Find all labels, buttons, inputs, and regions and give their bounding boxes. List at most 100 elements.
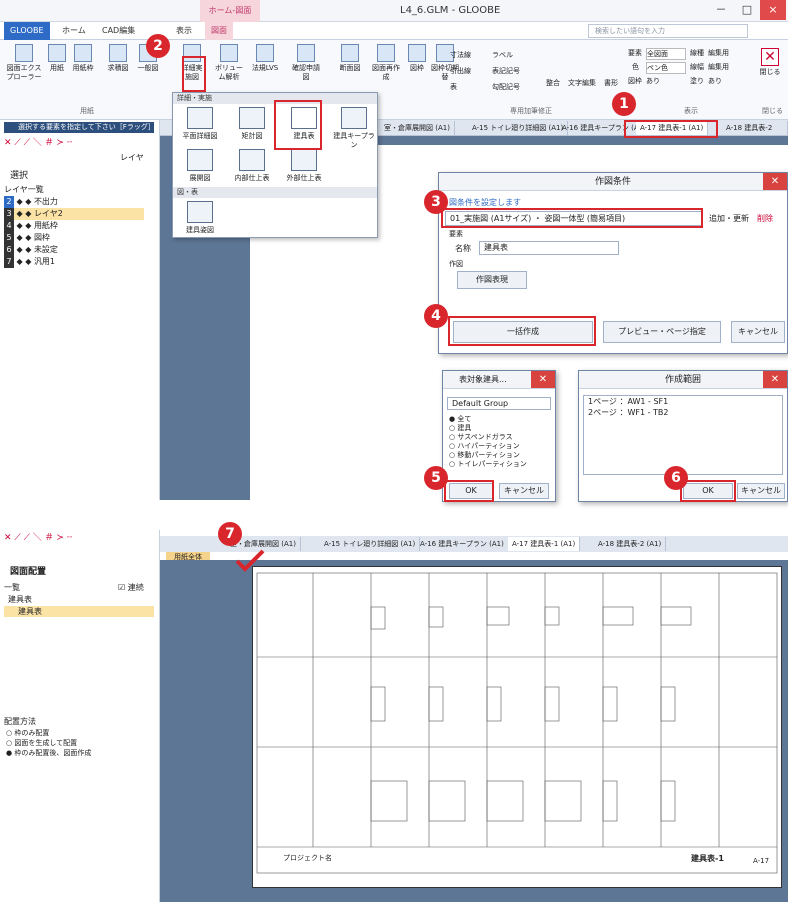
menu-section-detail[interactable]: 矩計図 (229, 107, 275, 141)
select-tools-bottom[interactable]: ✕ ⟋ ⟋ ＼ ＃ ≻ ┈ (4, 530, 154, 544)
window-title: L4_6.GLM - GLOOBE (400, 5, 501, 16)
paper-button[interactable]: 用紙 (46, 44, 68, 73)
page-list[interactable]: 1ページ ：AW1 - SF1 2ページ ：WF1 - TB2 (583, 395, 783, 475)
volume-analysis-button[interactable]: ボリューム解析 (212, 44, 246, 82)
text-edit-tool[interactable]: 文字編集 (568, 78, 596, 88)
method-generate[interactable]: ○ 図面を生成して配置 (6, 738, 91, 748)
dialog-close-button[interactable]: ✕ (763, 173, 787, 190)
leader-tool[interactable]: 引出線 (450, 66, 471, 76)
notation-tool[interactable]: 表記記号 (492, 66, 520, 76)
layer-row[interactable]: 2 ◆ ◆ 不出力 (4, 196, 58, 208)
linetype-select[interactable]: 編集用 (708, 48, 729, 58)
linewidth-select[interactable]: 編集用 (708, 62, 729, 72)
minimize-button[interactable]: － (708, 0, 734, 20)
label-tool[interactable]: ラベル (492, 50, 513, 60)
dimension-tool[interactable]: 寸法線 (450, 50, 471, 60)
option-moving-partition[interactable]: ○ 移動パーティション (449, 451, 527, 460)
delete-button[interactable]: 削除 (757, 213, 773, 224)
tab-gloobe[interactable]: GLOOBE (4, 22, 50, 40)
menu-interior-finish[interactable]: 内部仕上表 (229, 149, 275, 183)
fill-select[interactable]: あり (708, 76, 722, 86)
range-close-button[interactable]: ✕ (763, 371, 787, 388)
regen-button[interactable]: 図面再作成 (370, 44, 402, 82)
slope-tool[interactable]: 勾配記号 (492, 82, 520, 92)
layer-name: 汎用1 (33, 257, 56, 266)
target-close-button[interactable]: ✕ (531, 371, 555, 388)
menu-plan-detail[interactable]: 平面詳細図 (177, 107, 223, 141)
highlight-batch (448, 316, 596, 346)
tab-home[interactable]: ホーム (56, 22, 92, 40)
range-cancel-button[interactable]: キャンセル (737, 483, 785, 499)
tab-view[interactable]: 表示 (170, 22, 198, 40)
fill-label: 塗り (690, 77, 704, 85)
doc-tab[interactable]: A-15 トイレ廻り詳細図 (A1) (320, 537, 421, 551)
doc-tab[interactable]: A-16 建具キープラン (A1) (416, 537, 509, 551)
group-label-close: 閉じる (762, 107, 783, 115)
step-badge: 1 (612, 92, 636, 116)
continuous-checkbox[interactable]: ☑ 連続 (118, 582, 144, 593)
layer-row[interactable]: 4 ◆ ◆ 用紙枠 (4, 220, 58, 232)
method-frame-then-create[interactable]: ● 枠のみ配置後、図面作成 (6, 748, 91, 758)
tree-child[interactable]: 建具表 (4, 606, 154, 617)
dropdown-section-figure: 図・表 (173, 187, 377, 198)
doc-tab-active[interactable]: A-17 建具表-1 (A1) (508, 537, 581, 551)
option-fittings[interactable]: ○ 建具 (449, 424, 527, 433)
area-drawing-button[interactable]: 求積図 (104, 44, 132, 73)
select-tools[interactable]: ✕ ⟋ ⟋ ＼ ＃ ≻ ┈ (4, 135, 154, 149)
explorer-button[interactable]: 図面エクスプローラー (6, 44, 42, 82)
option-toilet-partition[interactable]: ○ トイレパーティション (449, 460, 527, 469)
tree-parent[interactable]: 建具表 (8, 594, 32, 605)
menu-exterior-finish[interactable]: 外部仕上表 (281, 149, 327, 183)
target-cancel-button[interactable]: キャンセル (499, 483, 549, 499)
color-select[interactable]: ペン色 (646, 62, 686, 74)
frame-button[interactable]: 図枠 (406, 44, 428, 73)
cancel-button[interactable]: キャンセル (731, 321, 785, 343)
draw-expression-button[interactable]: 作図表現 (457, 271, 527, 289)
element-select[interactable]: 全図面 (646, 48, 686, 60)
shape-tool[interactable]: 書形 (604, 78, 618, 88)
ribbon-tabs: GLOOBE ホーム CAD編集 表示 図面 検索したい語句を入力 (0, 22, 788, 40)
table-tool[interactable]: 表 (450, 82, 457, 92)
option-all[interactable]: ● 全て (449, 415, 527, 424)
preview-page-button[interactable]: プレビュー・ページ指定 (603, 321, 721, 343)
legal-lvs-button[interactable]: 法規LVS (248, 44, 282, 73)
page-item[interactable]: 1ページ ：AW1 - SF1 (588, 396, 782, 407)
add-update-button[interactable]: 追加・更新 (709, 213, 749, 224)
layer-row[interactable]: 7 ◆ ◆ 汎用1 (4, 256, 55, 268)
menu-elevation[interactable]: 展開図 (177, 149, 223, 183)
sheet-grid (256, 572, 778, 874)
area-icon (109, 44, 127, 62)
name-label: 名称 (455, 244, 471, 253)
name-field[interactable]: 建具表 (479, 241, 619, 255)
doc-tab[interactable]: A-18 建具表-2 (A1) (722, 121, 788, 146)
restore-button[interactable]: □ (734, 0, 760, 20)
menu-fittings-keyplan[interactable]: 建具キープラン (331, 107, 377, 150)
option-glass[interactable]: ○ サスペンドガラス (449, 433, 527, 442)
section-button[interactable]: 断面図 (334, 44, 366, 73)
doc-tab[interactable]: A-15 トイレ廻り詳細図 (A1) (468, 121, 569, 135)
ribbon: 図面エクスプローラー 用紙 用紙枠 求積図 一般図 詳細実施図 ボリューム解析 … (0, 40, 788, 120)
frame-value[interactable]: あり (646, 76, 660, 86)
menu-fittings-figure[interactable]: 建具姿図 (177, 201, 223, 235)
highlight-range-ok (680, 480, 736, 502)
layer-button[interactable]: レイヤ (120, 152, 144, 163)
tab-cad-edit[interactable]: CAD編集 (96, 22, 141, 40)
close-button[interactable]: × (760, 0, 786, 20)
doc-tab[interactable]: A-18 建具表-2 (A1) (594, 537, 667, 551)
close-ribbon-button[interactable]: ✕ 閉じる (756, 48, 784, 77)
color-label: 色 (632, 63, 639, 71)
confirmation-button[interactable]: 確認申請図 (290, 44, 322, 82)
doc-tab[interactable]: 室・倉庫展開図 (A1) (380, 121, 455, 135)
step-badge: 3 (424, 190, 448, 214)
layer-row[interactable]: 5 ◆ ◆ 図枠 (4, 232, 50, 244)
tab-drawing[interactable]: 図面 (205, 22, 233, 40)
paper-frame-button[interactable]: 用紙枠 (70, 44, 96, 73)
group-select[interactable]: Default Group (447, 397, 551, 410)
method-frame-only[interactable]: ○ 枠のみ配置 (6, 728, 91, 738)
layer-row[interactable]: 6 ◆ ◆ 未設定 (4, 244, 58, 256)
page-item[interactable]: 2ページ ：WF1 - TB2 (588, 407, 782, 418)
layer-row[interactable]: 3 ◆ ◆ レイヤ2 (4, 208, 144, 220)
align-tool[interactable]: 整合 (546, 78, 560, 88)
search-input[interactable]: 検索したい語句を入力 (588, 24, 748, 38)
option-high-partition[interactable]: ○ ハイパーティション (449, 442, 527, 451)
